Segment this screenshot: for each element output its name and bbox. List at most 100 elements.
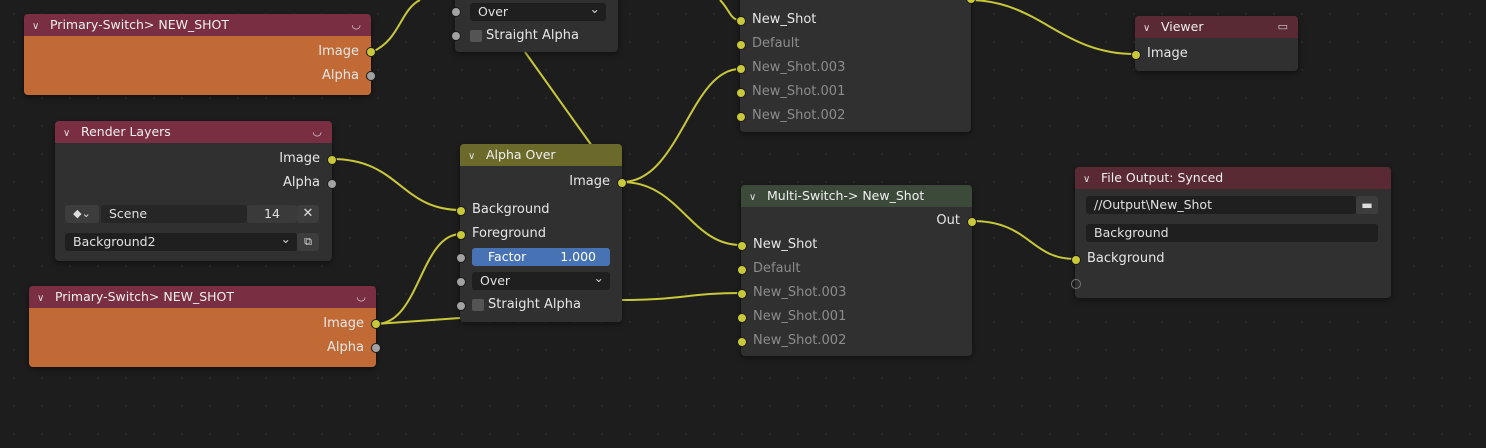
output-out-label: Out [936, 213, 960, 228]
straight-alpha-checkbox[interactable] [472, 299, 484, 311]
input-socket-new-shot-001[interactable] [737, 313, 747, 323]
input-socket-factor[interactable] [456, 253, 466, 263]
monitor-icon[interactable]: ▭ [1278, 16, 1288, 38]
chevron-down-icon[interactable]: ∨ [32, 16, 46, 38]
link-multi-switch-out-to-file-output [971, 220, 1076, 260]
file-output-header[interactable]: ∨ File Output: Synced [1075, 167, 1391, 189]
folder-icon[interactable]: ▬ [1356, 196, 1378, 214]
node-title: Primary-Switch> NEW_SHOT [54, 289, 235, 304]
input-image-label: Image [1147, 46, 1188, 61]
input-new-shot-002-label: New_Shot.002 [752, 108, 846, 123]
output-socket-image[interactable] [371, 319, 381, 329]
input-socket-new-shot-001[interactable] [736, 88, 746, 98]
straight-alpha-checkbox[interactable] [470, 30, 482, 42]
alpha-over-header[interactable]: ∨ Alpha Over [460, 144, 622, 166]
collapse-icon[interactable]: ◡ [312, 121, 322, 143]
chevron-down-icon[interactable]: ∨ [1143, 18, 1157, 40]
collapse-icon[interactable]: ◡ [351, 14, 361, 36]
output-socket-image[interactable] [617, 178, 627, 188]
factor-label: Factor [488, 249, 527, 264]
link-group-top-image-to-offscreen [371, 0, 421, 53]
unlink-scene-icon[interactable]: ✕ [297, 205, 319, 223]
group-node-bottom-body: Image Alpha [29, 308, 376, 367]
input-socket-default[interactable] [737, 265, 747, 275]
input-socket-new-shot-003[interactable] [736, 64, 746, 74]
scene-name-field[interactable]: Scene [101, 205, 247, 223]
render-layers-node[interactable]: ∨ Render Layers ◡ Image Alpha ◆⌄ Scene 1… [55, 121, 337, 261]
output-path-field[interactable]: //Output\New_Shot [1086, 196, 1356, 214]
input-socket-new-shot-002[interactable] [737, 337, 747, 347]
input-socket-new-shot[interactable] [736, 16, 746, 26]
viewer-header[interactable]: ∨ Viewer ▭ [1135, 16, 1298, 38]
output-socket-alpha[interactable] [371, 343, 381, 353]
top-partial-node[interactable]: Over Straight Alpha [451, 0, 618, 52]
factor-value: 1.000 [560, 249, 596, 264]
input-socket-background[interactable] [1071, 255, 1081, 265]
input-foreground-label: Foreground [472, 226, 547, 241]
factor-slider[interactable]: Factor 1.000 [472, 248, 610, 266]
viewer-node[interactable]: ∨ Viewer ▭ Image [1131, 16, 1298, 71]
group-node-bottom[interactable]: ∨ Primary-Switch> NEW_SHOT ◡ Image Alpha [29, 286, 381, 367]
output-image-label: Image [323, 316, 364, 331]
node-title: Primary-Switch> NEW_SHOT [49, 17, 230, 32]
multi-switch-header[interactable]: ∨ Multi-Switch-> New_Shot [741, 185, 972, 207]
output-image-label: Image [279, 151, 320, 166]
multi-switch-node[interactable]: ∨ Multi-Switch-> New_Shot Out New_Shot D… [737, 185, 977, 356]
output-socket-out[interactable] [966, 0, 976, 4]
output-socket-out[interactable] [967, 217, 977, 227]
collapse-icon[interactable]: ◡ [356, 286, 366, 308]
group-node-bottom-header[interactable]: ∨ Primary-Switch> NEW_SHOT ◡ [29, 286, 376, 308]
chevron-down-icon[interactable]: ∨ [1083, 169, 1097, 191]
input-socket-mode[interactable] [451, 7, 461, 17]
input-background-label: Background [472, 202, 550, 217]
input-socket-straight-alpha[interactable] [456, 301, 466, 311]
link-alpha-over-to-multi-switch [621, 181, 742, 246]
link-group-bottom-image-to-offscreen [375, 317, 461, 325]
view-layer-copy-icon[interactable]: ⧉ [297, 233, 319, 251]
output-alpha-label: Alpha [283, 175, 320, 190]
straight-alpha-label: Straight Alpha [488, 297, 581, 312]
switch-node-top[interactable]: New_Shot Default New_Shot.003 New_Shot.0… [736, 0, 976, 132]
output-socket-image[interactable] [366, 47, 376, 57]
input-socket-new-shot-002[interactable] [736, 112, 746, 122]
input-default-label: Default [753, 261, 801, 276]
chevron-down-icon[interactable]: ∨ [468, 146, 482, 168]
input-socket-new-shot-003[interactable] [737, 289, 747, 299]
input-socket-default[interactable] [736, 40, 746, 50]
node-title: Multi-Switch-> New_Shot [766, 188, 925, 203]
link-render-image-to-background [331, 158, 462, 211]
input-socket-mode[interactable] [456, 277, 466, 287]
render-layers-header[interactable]: ∨ Render Layers ◡ [55, 121, 332, 143]
link-group-bottom-image-to-foreground [375, 233, 462, 325]
scene-icon[interactable]: ◆⌄ [65, 205, 99, 223]
layer-name-field[interactable]: Background [1086, 224, 1378, 242]
input-socket-image[interactable] [1131, 50, 1141, 60]
chevron-down-icon[interactable]: ∨ [63, 123, 77, 145]
node-title: Render Layers [80, 124, 171, 139]
blend-mode-dropdown[interactable]: Over [472, 269, 610, 290]
input-socket-empty[interactable] [1071, 279, 1081, 289]
blend-mode-dropdown[interactable]: Over [470, 0, 606, 21]
output-alpha-label: Alpha [327, 340, 364, 355]
output-socket-alpha[interactable] [366, 71, 376, 81]
input-new-shot-003-label: New_Shot.003 [752, 60, 846, 75]
group-node-top[interactable]: ∨ Primary-Switch> NEW_SHOT ◡ Image Alpha [24, 14, 376, 95]
input-socket-foreground[interactable] [456, 230, 466, 240]
input-socket-new-shot[interactable] [737, 241, 747, 251]
link-switch-top-out-to-viewer [967, 0, 1136, 55]
file-output-node[interactable]: ∨ File Output: Synced //Output\New_Shot … [1071, 167, 1391, 298]
node-title: File Output: Synced [1100, 170, 1224, 185]
chevron-down-icon[interactable]: ∨ [749, 187, 763, 209]
alpha-over-node[interactable]: ∨ Alpha Over Image Background Foreground… [456, 144, 627, 322]
output-socket-image[interactable] [327, 155, 337, 165]
output-image-label: Image [569, 174, 610, 189]
input-socket-straight-alpha[interactable] [451, 31, 461, 41]
link-offscreen-to-new-shot-003 [621, 292, 742, 301]
input-new-shot-label: New_Shot [753, 237, 818, 252]
input-socket-background[interactable] [456, 206, 466, 216]
output-socket-alpha[interactable] [327, 179, 337, 189]
view-layer-dropdown[interactable]: Background2 [65, 230, 297, 251]
output-alpha-label: Alpha [322, 68, 359, 83]
group-node-top-header[interactable]: ∨ Primary-Switch> NEW_SHOT ◡ [24, 14, 371, 36]
chevron-down-icon[interactable]: ∨ [37, 288, 51, 310]
